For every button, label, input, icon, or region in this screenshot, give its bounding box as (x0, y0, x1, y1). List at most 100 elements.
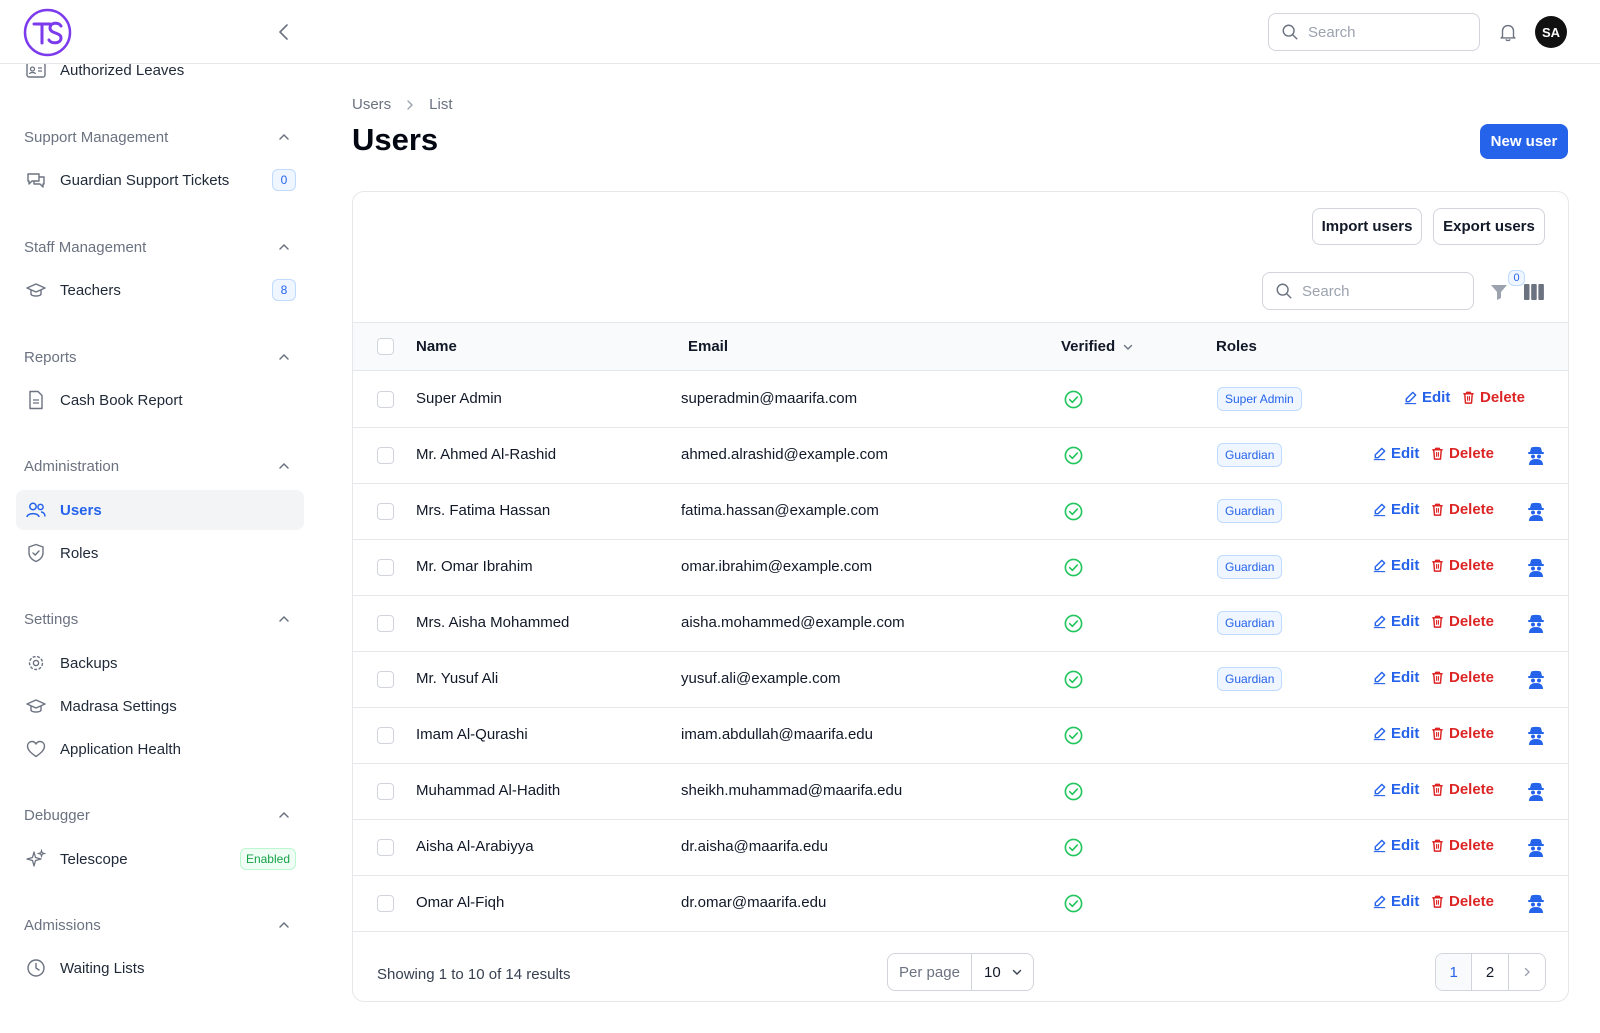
column-header-verified[interactable]: Verified (1061, 338, 1134, 355)
table-search[interactable] (1262, 272, 1474, 310)
row-checkbox[interactable] (377, 839, 394, 856)
delete-button[interactable]: Delete (1430, 893, 1494, 910)
impersonate-icon[interactable] (1525, 724, 1547, 746)
impersonate-icon[interactable] (1525, 500, 1547, 522)
new-user-button[interactable]: New user (1480, 124, 1568, 159)
user-email: aisha.mohammed@example.com (681, 614, 905, 631)
collapse-sidebar-icon[interactable] (272, 20, 296, 44)
edit-button[interactable]: Edit (1372, 893, 1419, 910)
sidebar-item-teachers[interactable]: Teachers 8 (16, 270, 304, 310)
export-users-button[interactable]: Export users (1433, 208, 1545, 245)
edit-label: Edit (1391, 557, 1420, 574)
delete-button[interactable]: Delete (1430, 557, 1494, 574)
sidebar-item-guardian-support-tickets[interactable]: Guardian Support Tickets 0 (16, 160, 304, 200)
sidebar-item-telescope[interactable]: Telescope Enabled (16, 839, 304, 879)
impersonate-icon[interactable] (1525, 836, 1547, 858)
impersonate-icon[interactable] (1525, 780, 1547, 802)
impersonate-icon[interactable] (1525, 612, 1547, 634)
sidebar-item-madrasa-settings[interactable]: Madrasa Settings (16, 686, 304, 726)
verified-check-icon (1064, 614, 1083, 633)
sidebar-item-backups[interactable]: Backups (16, 643, 304, 683)
column-header-email[interactable]: Email (688, 338, 728, 355)
edit-button[interactable]: Edit (1372, 445, 1419, 462)
edit-button[interactable]: Edit (1372, 501, 1419, 518)
per-page-value: 10 (984, 963, 1001, 981)
role-badge: Guardian (1217, 667, 1283, 691)
row-checkbox[interactable] (377, 391, 394, 408)
chat-bubbles-icon (27, 173, 45, 188)
sidebar-item-roles[interactable]: Roles (16, 533, 304, 573)
sidebar-item-cash-book-report[interactable]: Cash Book Report (16, 380, 304, 420)
impersonate-icon[interactable] (1525, 444, 1547, 466)
import-users-button[interactable]: Import users (1312, 208, 1422, 245)
page-button-1[interactable]: 1 (1436, 954, 1473, 990)
column-header-verified-label: Verified (1061, 338, 1116, 355)
row-checkbox[interactable] (377, 447, 394, 464)
sidebar-item-users[interactable]: Users (16, 490, 304, 530)
row-checkbox[interactable] (377, 671, 394, 688)
user-name: Omar Al-Fiqh (416, 894, 505, 911)
delete-button[interactable]: Delete (1430, 501, 1494, 518)
row-checkbox[interactable] (377, 895, 394, 912)
user-name: Mr. Omar Ibrahim (416, 558, 533, 575)
per-page-select[interactable]: 10 (972, 954, 1033, 990)
per-page-selector: Per page 10 (887, 953, 1034, 991)
sidebar-item-application-health[interactable]: Application Health (16, 729, 304, 769)
verified-check-icon (1064, 446, 1083, 465)
edit-button[interactable]: Edit (1372, 725, 1419, 742)
group-label: Debugger (24, 806, 90, 824)
group-staff-management[interactable]: Staff Management (24, 235, 304, 259)
page-button-2[interactable]: 2 (1472, 954, 1509, 990)
group-administration[interactable]: Administration (24, 454, 304, 478)
delete-button[interactable]: Delete (1430, 725, 1494, 742)
row-checkbox[interactable] (377, 783, 394, 800)
row-checkbox[interactable] (377, 615, 394, 632)
delete-button[interactable]: Delete (1430, 445, 1494, 462)
group-debugger[interactable]: Debugger (24, 803, 304, 827)
impersonate-icon[interactable] (1525, 556, 1547, 578)
delete-label: Delete (1449, 501, 1495, 518)
row-checkbox[interactable] (377, 559, 394, 576)
table-search-input[interactable] (1302, 282, 1452, 300)
global-search[interactable] (1268, 13, 1480, 51)
row-checkbox[interactable] (377, 727, 394, 744)
row-checkbox[interactable] (377, 503, 394, 520)
column-header-name[interactable]: Name (416, 338, 457, 355)
group-support-management[interactable]: Support Management (24, 125, 304, 149)
group-reports[interactable]: Reports (24, 345, 304, 369)
impersonate-icon[interactable] (1525, 668, 1547, 690)
delete-button[interactable]: Delete (1461, 389, 1525, 406)
delete-button[interactable]: Delete (1430, 669, 1494, 686)
notifications-bell-icon[interactable] (1497, 21, 1519, 43)
filter-icon[interactable] (1489, 282, 1509, 302)
columns-icon[interactable] (1523, 282, 1545, 302)
delete-button[interactable]: Delete (1430, 837, 1494, 854)
table-row: Mrs. Aisha Mohammed aisha.mohammed@exampl… (353, 595, 1568, 652)
delete-button[interactable]: Delete (1430, 613, 1494, 630)
breadcrumb-current: List (429, 96, 453, 113)
app-logo[interactable] (23, 8, 72, 57)
academic-cap-icon (26, 699, 46, 713)
users-icon (26, 502, 46, 518)
impersonate-icon[interactable] (1525, 892, 1547, 914)
role-badge: Guardian (1217, 555, 1283, 579)
edit-button[interactable]: Edit (1372, 781, 1419, 798)
breadcrumb-link-users[interactable]: Users (352, 96, 391, 113)
group-settings[interactable]: Settings (24, 607, 304, 631)
user-avatar[interactable]: SA (1535, 16, 1567, 48)
edit-button[interactable]: Edit (1372, 613, 1419, 630)
delete-button[interactable]: Delete (1430, 781, 1494, 798)
edit-button[interactable]: Edit (1372, 837, 1419, 854)
next-page-button[interactable] (1509, 954, 1545, 990)
select-all-checkbox[interactable] (377, 338, 394, 355)
group-admissions[interactable]: Admissions (24, 913, 304, 937)
sidebar-item-waiting-lists[interactable]: Waiting Lists (16, 948, 304, 988)
edit-button[interactable]: Edit (1403, 389, 1450, 406)
delete-label: Delete (1449, 837, 1495, 854)
global-search-input[interactable] (1308, 23, 1458, 41)
edit-button[interactable]: Edit (1372, 557, 1419, 574)
chevron-up-icon (279, 353, 289, 360)
top-bar: SA (0, 0, 1600, 64)
edit-button[interactable]: Edit (1372, 669, 1419, 686)
verified-check-icon (1064, 782, 1083, 801)
